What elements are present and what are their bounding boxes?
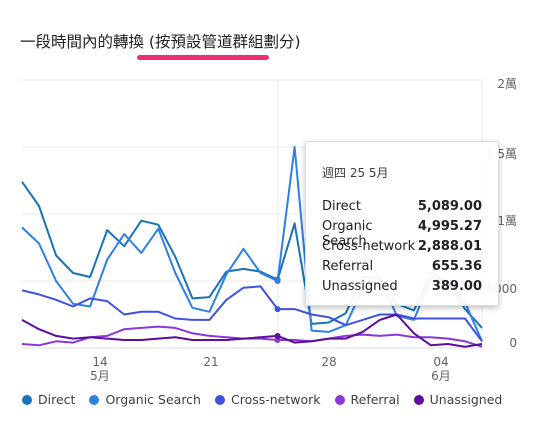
legend-item-organic-search[interactable]: Organic Search	[89, 392, 201, 407]
legend-swatch	[22, 394, 32, 405]
tooltip-row-referral: Referral 655.36	[322, 259, 482, 274]
legend-swatch	[334, 394, 345, 405]
highlight-point-unassigned	[274, 332, 281, 339]
tooltip-series-name: Unassigned	[322, 279, 398, 294]
tooltip-row-direct: Direct 5,089.00	[322, 199, 482, 214]
tooltip-series-value: 2,888.01	[417, 239, 482, 254]
tooltip-series-name: Referral	[322, 259, 374, 274]
legend-label: Cross-network	[230, 392, 321, 407]
legend-label: Organic Search	[105, 392, 201, 407]
legend-label: Referral	[350, 392, 400, 407]
x-tick-month: 5月	[90, 369, 110, 383]
x-tick-month: 6月	[431, 369, 451, 383]
y-tick-label: 2萬	[497, 77, 517, 91]
legend-swatch	[89, 394, 100, 405]
legend-item-direct[interactable]: Direct	[22, 392, 75, 407]
tooltip-series-name: Direct	[322, 199, 361, 214]
x-tick-label: 04 6月	[421, 355, 461, 383]
x-tick-day: 14	[92, 355, 108, 369]
tooltip-row-cross-network: Cross-network 2,888.01	[322, 239, 482, 254]
tooltip-series-value: 389.00	[431, 279, 482, 294]
y-tick-label: 1萬	[497, 214, 517, 228]
tooltip-series-name: Cross-network	[322, 239, 416, 254]
tooltip-series-value: 5,089.00	[417, 199, 482, 214]
x-tick-label: 21	[191, 355, 231, 369]
highlight-point-cross-network	[274, 306, 281, 313]
legend-label: Direct	[38, 392, 76, 407]
legend-item-unassigned[interactable]: Unassigned	[413, 392, 503, 407]
x-tick-label: 14 5月	[80, 355, 120, 383]
tooltip-row-unassigned: Unassigned 389.00	[322, 279, 482, 294]
x-tick-day: 28	[321, 355, 337, 369]
legend-item-cross-network[interactable]: Cross-network	[214, 392, 321, 407]
x-tick-day: 21	[203, 355, 219, 369]
chart-tooltip: 週四 25 5月 Direct 5,089.00 Organic Search …	[305, 141, 499, 306]
x-tick-day: 04	[433, 355, 449, 369]
tooltip-date: 週四 25 5月	[322, 166, 389, 180]
legend-swatch	[214, 394, 225, 405]
legend-swatch	[413, 394, 424, 405]
conversions-card: 一段時間內的轉換 (按預設管道群組劃分) 2萬 1.5萬 1萬 5000 0 1…	[0, 0, 533, 442]
legend-item-referral[interactable]: Referral	[334, 392, 400, 407]
legend-label: Unassigned	[429, 392, 503, 407]
x-tick-label: 28	[309, 355, 349, 369]
chart-legend: Direct Organic Search Cross-network Refe…	[22, 392, 502, 407]
tooltip-series-value: 655.36	[431, 259, 482, 274]
highlight-point-organic-search	[274, 278, 281, 284]
y-tick-label: 0	[509, 336, 517, 350]
